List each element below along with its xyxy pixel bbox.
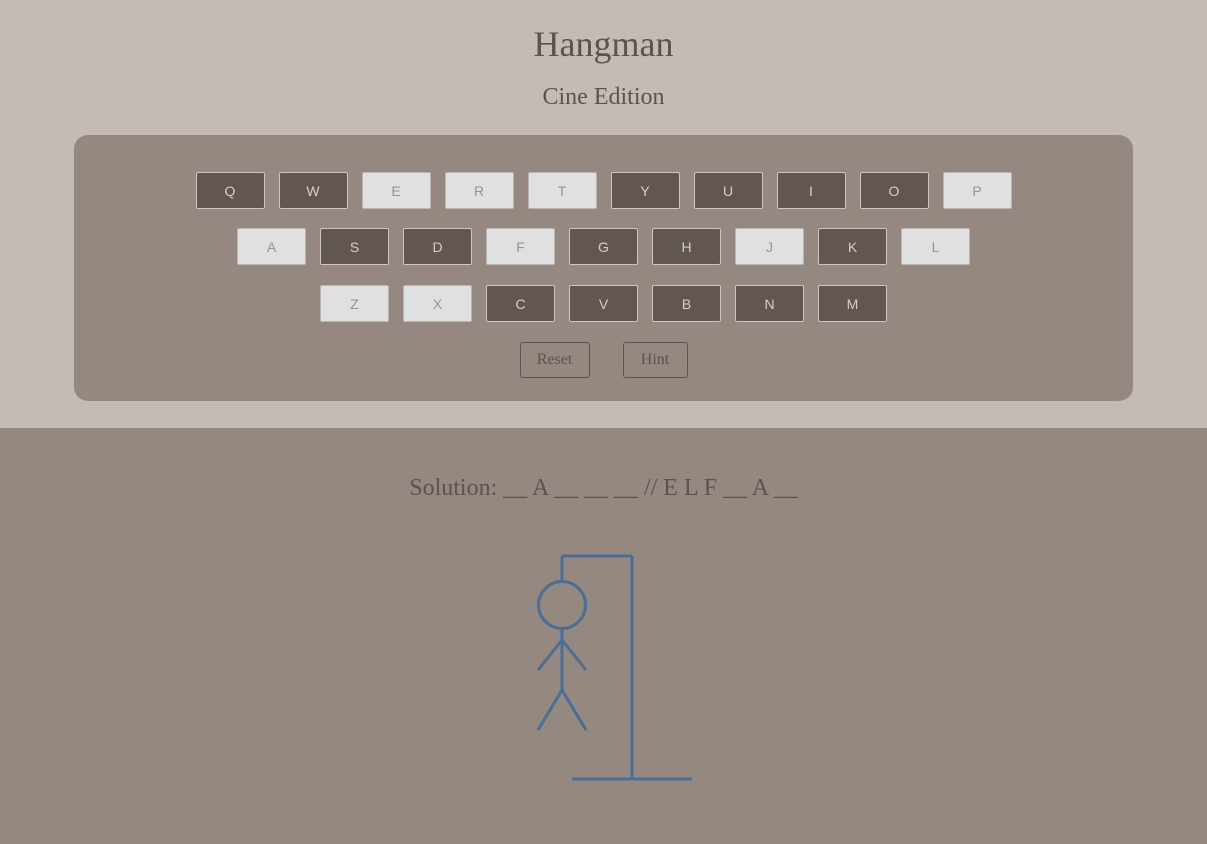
keyboard-row-2: ASDFGHJKL xyxy=(74,228,1133,265)
key-k[interactable]: K xyxy=(818,228,887,265)
key-f[interactable]: F xyxy=(486,228,555,265)
key-h[interactable]: H xyxy=(652,228,721,265)
key-a[interactable]: A xyxy=(237,228,306,265)
key-p[interactable]: P xyxy=(942,172,1012,209)
page-title: Hangman xyxy=(533,24,674,64)
key-d[interactable]: D xyxy=(403,228,472,265)
key-n[interactable]: N xyxy=(735,285,804,322)
hangman-head xyxy=(537,580,587,630)
key-c[interactable]: C xyxy=(486,285,555,322)
solution-text: Solution: __ A __ __ __ // E L F __ A __ xyxy=(409,475,798,501)
keyboard-row-1: QWERTYUIOP xyxy=(74,172,1133,209)
page-subtitle: Cine Edition xyxy=(542,84,665,110)
key-l[interactable]: L xyxy=(901,228,970,265)
key-s[interactable]: S xyxy=(320,228,389,265)
hangman-right-arm xyxy=(560,639,588,671)
key-i[interactable]: I xyxy=(776,172,846,209)
key-g[interactable]: G xyxy=(569,228,638,265)
hangman-right-leg xyxy=(560,689,588,731)
key-w[interactable]: W xyxy=(278,172,348,209)
key-o[interactable]: O xyxy=(859,172,929,209)
hint-button[interactable]: Hint xyxy=(622,342,688,378)
key-b[interactable]: B xyxy=(652,285,721,322)
key-y[interactable]: Y xyxy=(610,172,680,209)
hangman-left-leg xyxy=(536,689,564,731)
key-m[interactable]: M xyxy=(818,285,887,322)
hangman-left-arm xyxy=(536,639,564,671)
header-section: Hangman Cine Edition QWERTYUIOP ASDFGHJK… xyxy=(0,0,1207,428)
key-j[interactable]: J xyxy=(735,228,804,265)
key-z[interactable]: Z xyxy=(320,285,389,322)
hangman-drawing xyxy=(536,554,692,781)
reset-button[interactable]: Reset xyxy=(519,342,590,378)
key-r[interactable]: R xyxy=(444,172,514,209)
key-q[interactable]: Q xyxy=(195,172,265,209)
key-v[interactable]: V xyxy=(569,285,638,322)
controls: Reset Hint xyxy=(74,342,1133,378)
keyboard-row-3: ZXCVBNM xyxy=(74,285,1133,322)
key-t[interactable]: T xyxy=(527,172,597,209)
key-e[interactable]: E xyxy=(361,172,431,209)
key-u[interactable]: U xyxy=(693,172,763,209)
key-x[interactable]: X xyxy=(403,285,472,322)
keyboard-panel: QWERTYUIOP ASDFGHJKL ZXCVBNM Reset Hint xyxy=(74,135,1133,401)
